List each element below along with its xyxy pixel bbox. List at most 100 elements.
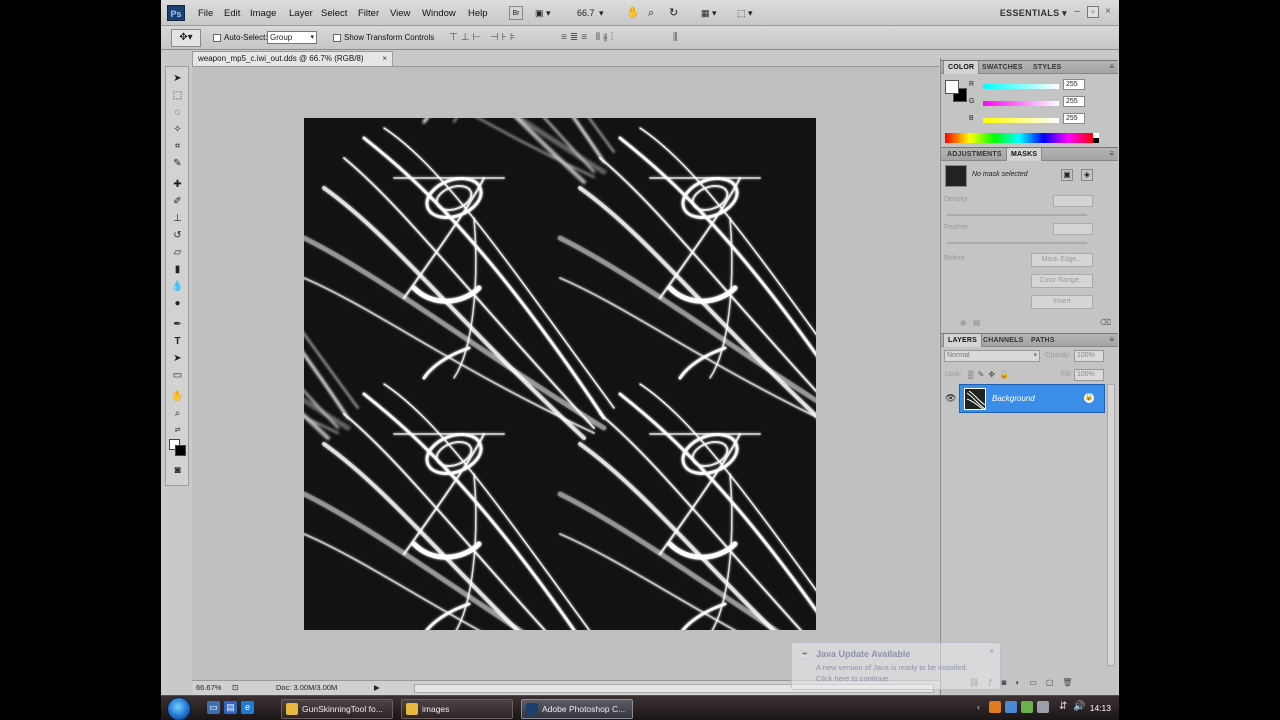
document-canvas-image[interactable] (304, 118, 816, 630)
lock-options-icons[interactable]: ▒✎✥🔒 (968, 370, 1013, 379)
taskbar-item-images[interactable]: images (401, 699, 513, 719)
auto-select-dropdown[interactable]: Group (267, 31, 317, 44)
vector-mask-icon[interactable]: ◈ (1081, 169, 1093, 181)
type-tool-icon[interactable]: T (169, 334, 186, 349)
eyedropper-icon[interactable]: ✎ (169, 156, 186, 171)
green-value-field[interactable]: 255 (1063, 96, 1085, 107)
green-slider[interactable]: G 255 (969, 96, 1091, 107)
status-zoom[interactable]: 66.67% (196, 681, 221, 695)
pen-tool-icon[interactable]: ✒ (169, 317, 186, 332)
java-tray-icon[interactable] (989, 701, 1001, 713)
move-tool-icon[interactable]: ➤ (169, 71, 186, 86)
tray-app-icon[interactable] (1037, 701, 1049, 713)
zoom-tool-icon[interactable]: ⌕ (169, 406, 186, 421)
menu-layer[interactable]: Layer (289, 8, 313, 19)
panel-menu-icon[interactable]: ≡ (1109, 62, 1114, 71)
brush-tool-icon[interactable]: ✐ (169, 194, 186, 209)
zoom-tool-icon[interactable]: ⌕ (648, 6, 654, 20)
path-selection-icon[interactable]: ➤ (169, 351, 186, 366)
close-document-icon[interactable]: × (382, 52, 387, 66)
menu-window[interactable]: Window (422, 8, 456, 19)
panel-menu-icon[interactable]: ≡ (1109, 335, 1114, 344)
show-transform-checkbox[interactable] (333, 34, 341, 42)
hand-tool-icon[interactable]: ✋ (626, 6, 640, 20)
pixel-mask-icon[interactable]: ▣ (1061, 169, 1073, 181)
magic-wand-icon[interactable]: ✧ (169, 122, 186, 137)
background-color-swatch[interactable] (175, 445, 186, 456)
blue-value-field[interactable]: 255 (1063, 113, 1085, 124)
color-spectrum-ramp[interactable] (945, 133, 1099, 143)
gradient-tool-icon[interactable]: ▮ (169, 262, 186, 277)
menu-edit[interactable]: Edit (224, 8, 240, 19)
menu-file[interactable]: File (198, 8, 213, 19)
fill-field[interactable]: 100% (1074, 369, 1104, 381)
internet-explorer-icon[interactable]: e (241, 701, 254, 714)
switch-windows-icon[interactable]: ▤ (224, 701, 237, 714)
red-slider[interactable]: R 255 (969, 79, 1091, 90)
bridge-icon[interactable]: Br (509, 6, 523, 20)
clone-stamp-icon[interactable]: ⊥ (169, 211, 186, 226)
tab-masks[interactable]: MASKS (1006, 148, 1043, 161)
show-desktop-icon[interactable]: ▭ (207, 701, 220, 714)
menu-image[interactable]: Image (250, 8, 276, 19)
tab-color[interactable]: COLOR (943, 61, 980, 74)
tab-paths[interactable]: PATHS (1027, 334, 1059, 347)
rotate-view-icon[interactable]: ↻ (669, 6, 678, 20)
close-icon[interactable]: × (1102, 6, 1114, 18)
zoom-level[interactable]: 66.7 (577, 6, 595, 20)
lasso-tool-icon[interactable]: ◌ (169, 105, 186, 120)
java-update-notification[interactable]: ☕ Java Update Available A new version of… (791, 642, 1001, 690)
red-value-field[interactable]: 255 (1063, 79, 1085, 90)
status-zoom-icon[interactable]: ⊡ (232, 681, 238, 695)
healing-brush-icon[interactable]: ✚ (169, 177, 186, 192)
workspace-switcher[interactable]: ESSENTIALS ▾ (1000, 8, 1067, 19)
history-brush-icon[interactable]: ↺ (169, 228, 186, 243)
zoom-dropdown-icon[interactable]: ▾ (599, 6, 604, 20)
visibility-eye-icon[interactable]: 👁 (945, 393, 956, 404)
canvas-area[interactable] (192, 66, 939, 680)
delete-mask-icon[interactable]: ⌫ (1100, 318, 1111, 327)
shape-tool-icon[interactable]: ▭ (169, 368, 186, 383)
network-icon[interactable]: ⇵ (1059, 701, 1067, 712)
menu-help[interactable]: Help (468, 8, 488, 19)
blend-mode-dropdown[interactable]: Normal ▾ (944, 350, 1040, 362)
blur-tool-icon[interactable]: 💧 (169, 279, 186, 294)
tray-expand-icon[interactable]: ‹ (977, 702, 980, 712)
auto-align-icon[interactable]: ⫼ (673, 32, 681, 43)
taskbar-item-photoshop[interactable]: Adobe Photoshop C... (521, 699, 633, 719)
menu-view[interactable]: View (390, 8, 410, 19)
minimize-icon[interactable]: – (1071, 6, 1083, 18)
document-tab[interactable]: weapon_mp5_c.iwi_out.dds @ 66.7% (RGB/8)… (192, 51, 393, 66)
tab-swatches[interactable]: SWATCHES (978, 61, 1027, 74)
restore-icon[interactable]: ▫ (1087, 6, 1099, 18)
notification-close-icon[interactable]: × (989, 647, 994, 656)
blue-slider[interactable]: B 255 (969, 113, 1091, 124)
view-extras-icon[interactable]: ▣ ▾ (535, 6, 551, 20)
menu-filter[interactable]: Filter (358, 8, 379, 19)
align-buttons-icon[interactable]: ⊤⊥⊢ ⊣⊦⊧ (449, 32, 518, 43)
hand-tool-icon[interactable]: ✋ (169, 389, 186, 404)
tray-app-icon[interactable] (1021, 701, 1033, 713)
auto-select-checkbox[interactable] (213, 34, 221, 42)
tab-layers[interactable]: LAYERS (943, 334, 982, 347)
tab-channels[interactable]: CHANNELS (979, 334, 1028, 347)
distribute-buttons-icon[interactable]: ≡≣≡ ⫴⫵⫶ (561, 32, 616, 43)
volume-icon[interactable]: 🔊 (1073, 701, 1085, 712)
start-button[interactable] (167, 697, 191, 720)
tab-styles[interactable]: STYLES (1029, 61, 1065, 74)
status-menu-arrow-icon[interactable]: ▶ (374, 681, 380, 695)
crop-tool-icon[interactable]: ⌗ (169, 139, 186, 154)
layers-scrollbar[interactable] (1107, 384, 1115, 666)
layer-background[interactable]: Background 🔒 (959, 384, 1105, 413)
panel-menu-icon[interactable]: ≡ (1109, 149, 1114, 158)
screen-mode-icon[interactable]: ⬚ ▾ (737, 6, 753, 20)
eraser-tool-icon[interactable]: ▱ (169, 245, 186, 260)
opacity-field[interactable]: 100% (1074, 350, 1104, 362)
taskbar-item-gunskinningtool[interactable]: GunSkinningTool fo... (281, 699, 393, 719)
clock[interactable]: 14:13 (1090, 703, 1111, 713)
dodge-tool-icon[interactable]: ● (169, 296, 186, 311)
menu-select[interactable]: Select (321, 8, 347, 19)
tool-preset-picker[interactable]: ✥▾ (171, 29, 201, 47)
tray-app-icon[interactable] (1005, 701, 1017, 713)
marquee-tool-icon[interactable]: ⬚ (169, 88, 186, 103)
